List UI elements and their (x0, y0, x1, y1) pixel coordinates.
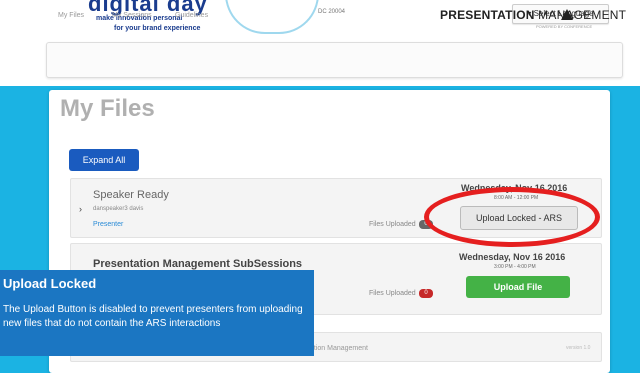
presenter-role: Presenter (93, 221, 124, 228)
session-time-2: 3:00 PM - 4:00 PM (494, 264, 536, 270)
files-count-badge: 0 (419, 220, 433, 229)
brand-subtext: POWERED BY CONFERENCE (536, 24, 593, 29)
upload-file-button[interactable]: Upload File (466, 276, 570, 298)
brand-triangle-icon (561, 9, 573, 20)
files-count-badge-2: 0 (419, 289, 433, 298)
session-time: 8:00 AM - 12:00 PM (494, 195, 539, 201)
brand-logo: PRESENTATION MANAGEMENT (440, 8, 626, 22)
nav-my-sessions[interactable]: My Sessions (112, 12, 152, 19)
footer-version: version 1.0 (566, 345, 591, 351)
callout-title: Upload Locked (3, 276, 97, 291)
footer-text: ation Management (310, 345, 368, 352)
session-title-2: Presentation Management SubSessions (93, 258, 303, 270)
page-title: My Files (60, 95, 155, 122)
files-uploaded-label: Files Uploaded (369, 221, 416, 228)
session-date: Wednesday, Nov 16 2016 (461, 183, 568, 193)
speaker-name: danspeaker3 davis (93, 206, 144, 212)
chevron-right-icon[interactable]: › (79, 204, 82, 214)
expand-all-button[interactable]: Expand All (69, 149, 139, 171)
screen: digital day make innovation personal for… (0, 0, 640, 373)
brand-bold: PRESENTATION (440, 8, 535, 22)
files-uploaded-label-2: Files Uploaded (369, 290, 416, 297)
session-title: Speaker Ready (93, 189, 169, 201)
nav-my-files[interactable]: My Files (58, 12, 84, 19)
header-address: DC 20004 (318, 9, 346, 15)
callout-body: The Upload Button is disabled to prevent… (3, 304, 303, 329)
brand-light: MANAGEMENT (534, 8, 627, 22)
upload-locked-button[interactable]: Upload Locked - ARS (460, 206, 578, 230)
nav-guidelines[interactable]: Guidelines (175, 12, 208, 19)
main-nav (46, 42, 623, 78)
session-date-2: Wednesday, Nov 16 2016 (459, 252, 566, 262)
logo-tagline-2: for your brand experience (114, 25, 201, 32)
